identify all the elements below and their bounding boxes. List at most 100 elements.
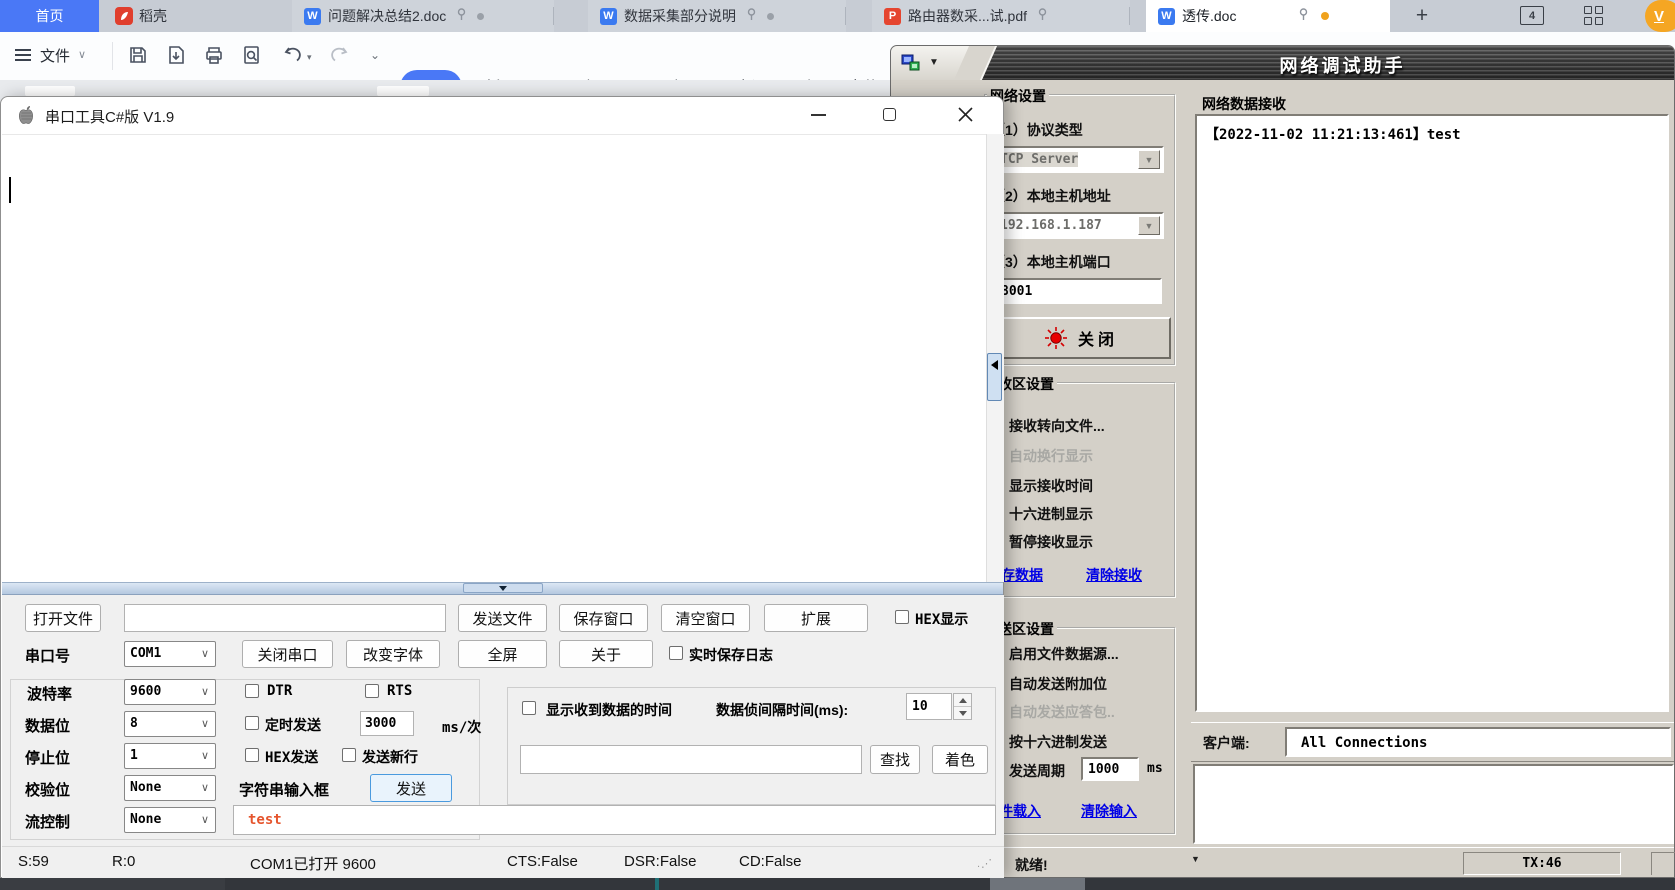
flow-control-select[interactable]: None∨ <box>124 807 216 833</box>
recv-hex-display-item[interactable]: 十六进制显示 <box>1009 504 1093 524</box>
hex-display-checkbox[interactable] <box>895 610 909 624</box>
timed-send-checkbox[interactable] <box>245 716 259 730</box>
tab-docer[interactable]: 稻壳 <box>99 0 195 32</box>
status-expand-arrow-icon[interactable]: ▼ <box>1191 854 1200 864</box>
recv-redirect-file-item[interactable]: 接收转向文件... <box>1009 416 1105 436</box>
recv-interval-stepper[interactable] <box>953 693 972 720</box>
save-log-checkbox[interactable] <box>669 646 683 660</box>
recv-show-time-item[interactable]: 显示接收时间 <box>1009 476 1093 496</box>
change-font-button[interactable]: 改变字体 <box>346 640 440 668</box>
protocol-type-select[interactable]: TCP Server ▼ <box>994 146 1164 173</box>
databits-select[interactable]: 8∨ <box>124 711 216 737</box>
send-button[interactable]: 发送 <box>370 774 452 802</box>
menu-icon[interactable] <box>14 47 32 68</box>
stepper-up-icon[interactable] <box>954 694 971 707</box>
pin-icon[interactable] <box>746 8 757 24</box>
screen: 首页 稻壳 W 问题解决总结2.doc W 数据采集部分说明 P 路由器数采..… <box>0 0 1675 890</box>
print-preview-icon[interactable] <box>242 45 262 70</box>
send-file-source-item[interactable]: 启用文件数据源... <box>1009 644 1119 664</box>
send-cycle-input[interactable]: 1000 <box>1081 757 1139 781</box>
rts-checkbox[interactable] <box>365 684 379 698</box>
minimize-button[interactable] <box>811 114 826 116</box>
vip-badge[interactable]: V <box>1645 0 1675 32</box>
network-close-button[interactable]: 关闭 <box>991 317 1171 359</box>
redo-icon[interactable] <box>326 44 348 69</box>
recv-pause-item[interactable]: 暂停接收显示 <box>1009 532 1093 552</box>
maximize-button[interactable] <box>883 108 896 121</box>
resize-grip[interactable]: .⋰ <box>977 857 993 870</box>
network-app-icon[interactable] <box>901 54 921 77</box>
baud-select[interactable]: 9600∨ <box>124 679 216 705</box>
tab-pdf[interactable]: P 路由器数采...试.pdf <box>872 0 1130 32</box>
tab-doc-2[interactable]: W 数据采集部分说明 <box>588 0 846 32</box>
find-button[interactable]: 查找 <box>870 745 920 774</box>
title-menu-chevron-icon[interactable]: ▼ <box>929 57 939 68</box>
hex-send-checkbox[interactable] <box>245 748 259 762</box>
clear-input-link[interactable]: 清除输入 <box>1081 801 1137 821</box>
splitter-handle-button[interactable] <box>463 583 543 593</box>
more-tools-chevron-icon[interactable]: ⌄ <box>370 48 380 62</box>
fullscreen-button[interactable]: 全屏 <box>458 640 547 668</box>
show-recv-time-checkbox[interactable] <box>522 701 536 715</box>
local-host-select[interactable]: 192.168.1.187 ▼ <box>994 212 1164 239</box>
send-newline-checkbox[interactable] <box>342 748 356 762</box>
send-newline-label: 发送新行 <box>362 747 418 767</box>
undo-icon[interactable] <box>284 44 306 70</box>
new-tab-button[interactable]: + <box>1404 2 1440 30</box>
parity-select[interactable]: None∨ <box>124 775 216 801</box>
stopbits-select[interactable]: 1∨ <box>124 743 216 769</box>
send-auto-reply-item[interactable]: 自动发送应答包.. <box>1009 702 1115 722</box>
tab-doc-1[interactable]: W 问题解决总结2.doc <box>292 0 554 32</box>
stepper-down-icon[interactable] <box>954 707 971 719</box>
save-log-label: 实时保存日志 <box>689 645 773 665</box>
send-file-button[interactable]: 发送文件 <box>458 604 547 632</box>
expand-button[interactable]: 扩展 <box>764 604 868 632</box>
splitter-collapse-button[interactable] <box>987 353 1002 401</box>
local-port-input[interactable]: 8001 <box>994 278 1162 304</box>
pin-icon[interactable] <box>1298 8 1309 24</box>
window-layout-icon[interactable]: 4 <box>1520 6 1544 25</box>
port-select[interactable]: COM1∨ <box>124 641 216 667</box>
dropdown-arrow-icon[interactable]: ▼ <box>1138 216 1160 235</box>
clear-receive-link[interactable]: 清除接收 <box>1086 565 1142 585</box>
tab-home[interactable]: 首页 <box>0 0 99 32</box>
send-auto-append-item[interactable]: 自动发送附加位 <box>1009 674 1107 694</box>
dropdown-arrow-icon[interactable]: ▼ <box>1138 150 1160 169</box>
timed-send-interval-input[interactable]: 3000 <box>360 711 414 736</box>
open-file-button[interactable]: 打开文件 <box>25 604 101 632</box>
file-path-input[interactable] <box>124 604 446 632</box>
client-select[interactable]: All Connections <box>1285 727 1671 757</box>
save-window-button[interactable]: 保存窗口 <box>559 604 648 632</box>
hex-display-label: HEX显示 <box>915 609 968 629</box>
undo-dropdown-icon[interactable]: ▾ <box>307 52 312 63</box>
tab-doc-active[interactable]: W 透传.doc <box>1146 0 1390 32</box>
pin-icon[interactable] <box>1037 8 1048 24</box>
color-button[interactable]: 着色 <box>932 745 988 774</box>
grid-apps-icon[interactable] <box>1584 6 1604 26</box>
close-button[interactable] <box>958 107 973 127</box>
network-receive-area[interactable]: 【2022-11-02 11:21:13:461】test <box>1195 114 1669 712</box>
close-port-button[interactable]: 关闭串口 <box>242 640 333 668</box>
clear-window-button[interactable]: 清空窗口 <box>661 604 750 632</box>
doc-modified-dot <box>477 13 484 20</box>
network-send-area[interactable] <box>1193 764 1674 844</box>
file-menu-chevron-icon[interactable]: ∨ <box>78 48 86 61</box>
network-title-bar[interactable]: ▼ 网络调试助手 <box>891 46 1674 80</box>
serial-title-bar[interactable]: 串口工具C#版 V1.9 <box>1 97 1003 134</box>
dtr-checkbox[interactable] <box>245 684 259 698</box>
about-button[interactable]: 关于 <box>559 640 653 668</box>
file-menu-button[interactable]: 文件 <box>40 45 70 66</box>
send-hex-item[interactable]: 按十六进制发送 <box>1009 732 1107 752</box>
pin-icon[interactable] <box>456 8 467 24</box>
search-input[interactable] <box>520 745 862 774</box>
send-string-input[interactable]: test <box>233 805 996 835</box>
export-pdf-icon[interactable] <box>166 45 186 70</box>
doc-icon: W <box>304 8 321 25</box>
serial-receive-area[interactable] <box>2 134 986 583</box>
recv-interval-input[interactable]: 10 <box>906 693 952 720</box>
save-icon[interactable] <box>128 45 148 70</box>
print-icon[interactable] <box>204 45 224 70</box>
recv-autowrap-item[interactable]: 自动换行显示 <box>1009 446 1093 466</box>
stopbits-label: 停止位 <box>25 747 70 768</box>
taskbar-strip <box>0 878 1675 890</box>
